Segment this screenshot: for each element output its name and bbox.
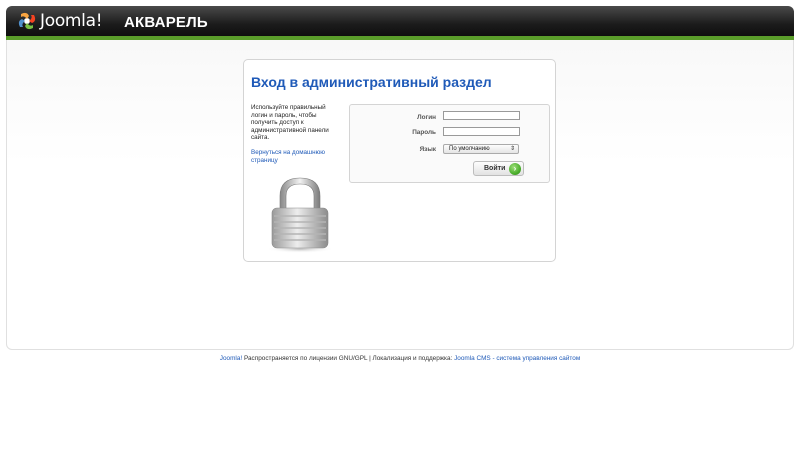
joomla-logo-icon bbox=[16, 10, 38, 32]
updown-arrows-icon: ⇕ bbox=[509, 146, 515, 152]
language-selected: По умолчанию bbox=[449, 146, 490, 152]
login-box: Вход в административный раздел Используй… bbox=[243, 59, 556, 262]
arrow-right-circle-icon: › bbox=[509, 163, 521, 175]
page-title: Вход в административный раздел bbox=[251, 74, 492, 90]
login-button[interactable]: Войти › bbox=[473, 161, 524, 176]
password-input[interactable] bbox=[443, 127, 520, 136]
language-select[interactable]: По умолчанию ⇕ bbox=[443, 144, 519, 154]
login-button-label: Войти bbox=[484, 165, 506, 172]
footer-cms-link[interactable]: Joomla CMS - система управления сайтом bbox=[454, 355, 580, 362]
username-input[interactable] bbox=[443, 111, 520, 120]
username-label: Логин bbox=[417, 114, 436, 121]
header-bar: Joomla! АКВАРЕЛЬ bbox=[6, 6, 794, 36]
footer-license-text: Распространяется по лицензии GNU/GPL | Л… bbox=[242, 355, 455, 362]
help-text: Используйте правильный логин и пароль, ч… bbox=[251, 104, 329, 142]
footer-joomla-link[interactable]: Joomla! bbox=[220, 355, 242, 362]
footer: Joomla! Распространяется по лицензии GNU… bbox=[0, 355, 800, 362]
login-form: Логин Пароль Язык По умолчанию ⇕ Войти › bbox=[349, 104, 550, 183]
password-label: Пароль bbox=[412, 129, 436, 136]
padlock-icon bbox=[264, 176, 336, 254]
site-name: АКВАРЕЛЬ bbox=[124, 14, 208, 31]
joomla-logo[interactable]: Joomla! bbox=[16, 10, 103, 32]
logo-text: Joomla! bbox=[40, 11, 103, 31]
language-label: Язык bbox=[419, 146, 436, 153]
home-link[interactable]: Вернуться на домашнюю страницу bbox=[251, 149, 343, 164]
